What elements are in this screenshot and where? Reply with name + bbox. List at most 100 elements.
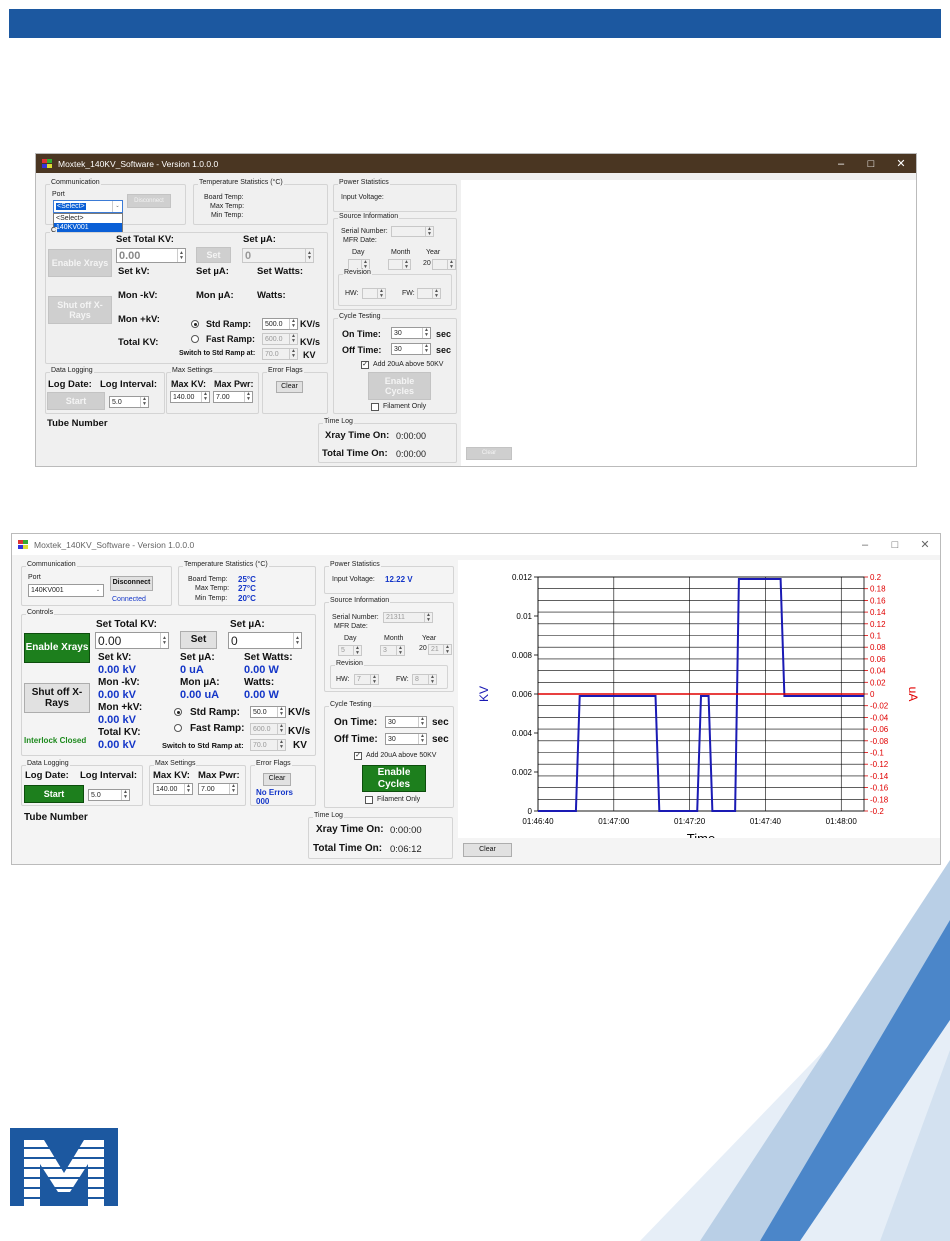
disconnect-button[interactable]: Disconnect	[110, 576, 153, 591]
switch-ramp-input[interactable]: 70.0 ▲ ▼	[262, 348, 298, 360]
set-kv-value: 0.00 kV	[98, 664, 136, 676]
set-total-kv-input[interactable]: 0.00 ▲ ▼	[116, 248, 186, 263]
connection-status: Connected	[112, 596, 146, 603]
year-input[interactable]: 21 ▲ ▼	[428, 644, 452, 655]
set-button[interactable]: Set	[196, 247, 231, 263]
enable-cycles-button[interactable]: Enable Cycles	[362, 765, 426, 792]
fw-input[interactable]: ▲ ▼	[417, 288, 441, 299]
hw-input[interactable]: 7 ▲ ▼	[354, 674, 379, 685]
total-kv-label: Total KV:	[98, 727, 141, 738]
maximize-icon[interactable]: □	[856, 158, 886, 170]
disconnect-button[interactable]: Disconnect	[127, 194, 171, 208]
close-icon[interactable]: ✕	[886, 157, 916, 170]
port-option[interactable]: 140KV001	[54, 223, 122, 232]
error-status: No Errors	[256, 788, 293, 797]
std-ramp-input[interactable]: 500.0 ▲ ▼	[262, 318, 298, 330]
log-date-label: Log Date:	[25, 770, 69, 781]
port-select[interactable]: 140KV001 ⌄	[28, 584, 104, 597]
port-select[interactable]: <Select> ⌄	[53, 200, 123, 213]
add20ua-checkbox[interactable]: ✓	[361, 361, 369, 369]
input-voltage-value: 12.22 V	[385, 575, 413, 584]
switch-ramp-input[interactable]: 70.0 ▲ ▼	[250, 739, 286, 751]
enable-xrays-button[interactable]: Enable Xrays	[48, 249, 112, 277]
mon-pos-kv-label: Mon +kV:	[118, 314, 160, 325]
left-tick-label: 0.004	[512, 729, 533, 738]
hw-input[interactable]: ▲ ▼	[362, 288, 386, 299]
serial-number-input[interactable]: ▲ ▼	[391, 226, 434, 237]
on-time-input[interactable]: 30 ▲ ▼	[391, 327, 431, 339]
std-ramp-unit: KV/s	[300, 319, 321, 329]
enable-xrays-button[interactable]: Enable Xrays	[24, 633, 90, 663]
min-temp-label: Min Temp:	[211, 212, 244, 219]
total-time-value: 0:06:12	[390, 844, 422, 855]
app-icon	[18, 540, 28, 549]
shut-off-xrays-button[interactable]: Shut off X-Rays	[48, 296, 112, 324]
start-logging-button[interactable]: Start	[24, 785, 84, 803]
year-label: Year	[426, 249, 441, 256]
clear-errors-button[interactable]: Clear	[276, 381, 303, 393]
serial-number-input[interactable]: 21311 ▲ ▼	[383, 612, 433, 623]
std-ramp-radio[interactable]	[191, 320, 199, 328]
app-icon	[42, 159, 52, 168]
set-watts-label: Set Watts:	[244, 652, 293, 663]
off-time-input[interactable]: 30 ▲ ▼	[391, 343, 431, 355]
shut-off-xrays-button[interactable]: Shut off X-Rays	[24, 683, 90, 713]
max-pwr-input[interactable]: 7.00 ▲ ▼	[198, 783, 238, 795]
x-tick-label: 01:47:40	[750, 817, 782, 826]
max-kv-input[interactable]: 140.00 ▲ ▼	[170, 391, 210, 403]
fast-ramp-radio[interactable]	[174, 724, 182, 732]
close-icon[interactable]: ✕	[910, 538, 940, 551]
max-pwr-label: Max Pwr:	[214, 379, 254, 389]
set-total-kv-input[interactable]: 0.00 ▲ ▼	[95, 632, 169, 649]
max-pwr-input[interactable]: 7.00 ▲ ▼	[213, 391, 253, 403]
enable-cycles-button[interactable]: Enable Cycles	[368, 372, 431, 400]
watts-value: 0.00 W	[244, 689, 279, 701]
filament-only-checkbox[interactable]	[365, 796, 373, 804]
filament-only-checkbox[interactable]	[371, 403, 379, 411]
std-ramp-input[interactable]: 50.0 ▲ ▼	[250, 706, 286, 718]
set-kv-label: Set kV:	[118, 266, 150, 277]
on-time-input[interactable]: 30 ▲ ▼	[385, 716, 427, 728]
set-ua-value: 0 uA	[180, 664, 204, 676]
add20ua-checkbox[interactable]: ✓	[354, 752, 362, 760]
month-input[interactable]: ▲ ▼	[388, 259, 411, 270]
day-label: Day	[352, 249, 365, 256]
off-time-unit: sec	[436, 345, 452, 355]
set-ua-input[interactable]: 0 ▲ ▼	[242, 248, 314, 263]
std-ramp-radio[interactable]	[174, 708, 182, 716]
title-bar: Moxtek_140KV_Software - Version 1.0.0.0 …	[36, 154, 916, 173]
input-voltage-label: Input Voltage:	[341, 194, 384, 201]
fast-ramp-input[interactable]: 600.0 ▲ ▼	[250, 723, 286, 735]
minimize-icon[interactable]: –	[826, 158, 856, 170]
chevron-down-icon: ⌄	[95, 587, 101, 593]
right-tick-label: 0	[870, 690, 875, 699]
year-input[interactable]: ▲ ▼	[432, 259, 456, 270]
y-right-axis-label: uA	[906, 687, 920, 702]
fast-ramp-radio[interactable]	[191, 335, 199, 343]
port-option[interactable]: <Select>	[54, 214, 122, 223]
right-tick-label: -0.16	[870, 784, 889, 793]
total-time-label: Total Time On:	[322, 448, 388, 459]
right-tick-label: -0.1	[870, 749, 884, 758]
max-kv-input[interactable]: 140.00 ▲ ▼	[153, 783, 193, 795]
right-tick-label: 0.18	[870, 585, 886, 594]
board-temp-value: 25°C	[238, 575, 256, 584]
left-tick-label: 0	[528, 807, 533, 816]
clear-errors-button[interactable]: Clear	[263, 773, 291, 786]
off-time-input[interactable]: 30 ▲ ▼	[385, 733, 427, 745]
fast-ramp-input[interactable]: 600.0 ▲ ▼	[262, 333, 298, 345]
chart-clear-button[interactable]: Clear	[463, 843, 512, 857]
maximize-icon[interactable]: □	[880, 539, 910, 551]
chart-clear-button[interactable]: Clear	[466, 447, 512, 460]
fw-input[interactable]: 8 ▲ ▼	[412, 674, 437, 685]
set-button[interactable]: Set	[180, 631, 217, 649]
month-input[interactable]: 3 ▲ ▼	[380, 645, 405, 656]
start-logging-button[interactable]: Start	[47, 392, 105, 410]
day-input[interactable]: 5 ▲ ▼	[338, 645, 362, 656]
x-tick-label: 01:46:40	[522, 817, 554, 826]
set-ua-input[interactable]: 0 ▲ ▼	[228, 632, 302, 649]
log-interval-input[interactable]: 5.0 ▲ ▼	[109, 396, 149, 408]
minimize-icon[interactable]: –	[850, 539, 880, 551]
log-interval-input[interactable]: 5.0 ▲ ▼	[88, 789, 130, 801]
hw-label: HW:	[345, 290, 359, 297]
